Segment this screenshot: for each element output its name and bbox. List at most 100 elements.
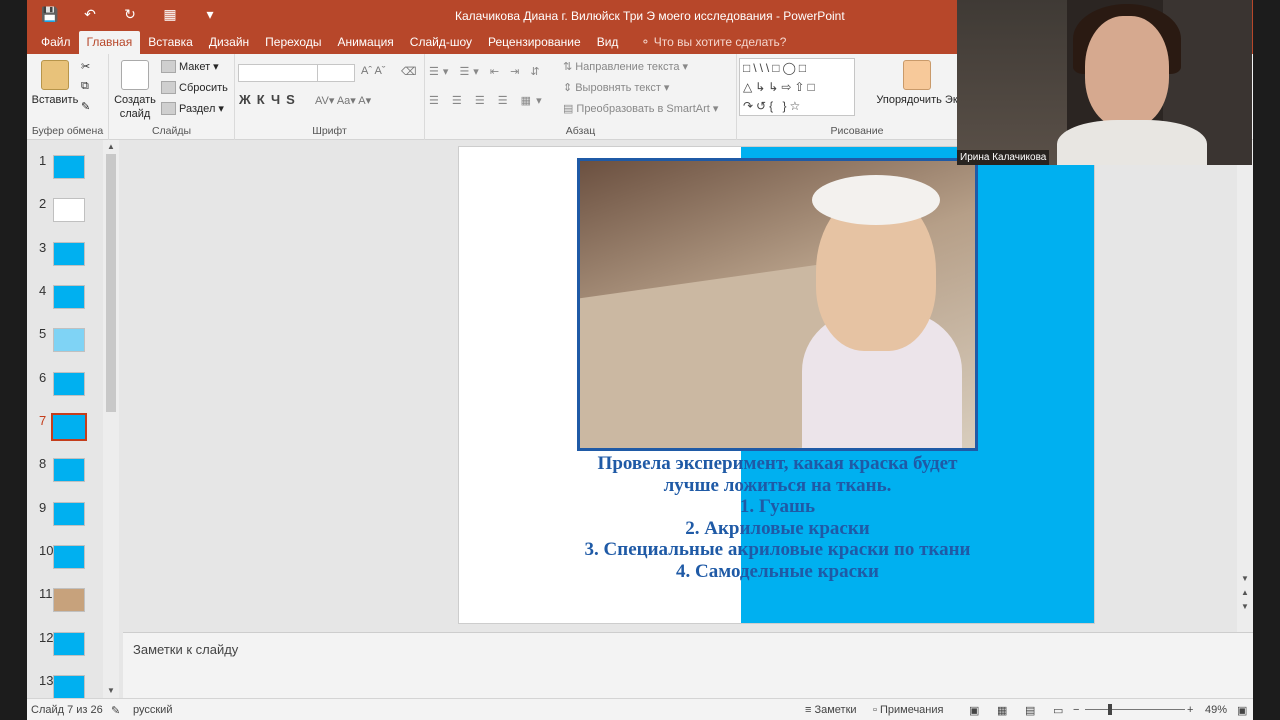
webcam-face <box>1085 16 1169 128</box>
paragraph-group-label: Абзац <box>565 125 596 137</box>
slide-text-line: 2. Акриловые краски <box>685 517 870 539</box>
section-button[interactable]: Раздел ▾ <box>161 102 224 115</box>
zoom-level[interactable]: 49% <box>1205 704 1227 716</box>
zoom-slider-thumb[interactable] <box>1108 704 1112 715</box>
arrange-button[interactable]: Упорядочить Эк <box>869 60 965 107</box>
notes-pane[interactable]: Заметки к слайду <box>123 632 1253 698</box>
undo-icon[interactable]: ↶ <box>81 6 99 23</box>
tab-slideshow[interactable]: Слайд-шоу <box>402 31 480 54</box>
quick-access-toolbar: 💾 ↶ ↻ ▦ ▾ <box>41 6 219 23</box>
font-name-combo[interactable] <box>238 64 318 82</box>
thumbnail-image <box>53 242 85 266</box>
format-painter-icon[interactable]: ✎ <box>81 100 90 113</box>
text-direction-icon: ⇅ <box>563 61 573 73</box>
paste-button[interactable]: Вставить <box>31 60 79 107</box>
paragraph-group: ☰▾ ☰▾ ⇤ ⇥ ⇵ ☰ ☰ ☰ ☰ ▦▾ ⇅ Направление текс… <box>425 54 737 140</box>
slide-sorter-icon[interactable]: ▦ <box>997 704 1007 717</box>
tab-animations[interactable]: Анимация <box>329 31 401 54</box>
copy-icon[interactable]: ⧉ <box>81 80 89 93</box>
slide-thumbnail[interactable]: 12 <box>37 630 109 660</box>
slide-thumbnail[interactable]: 2 <box>37 196 109 226</box>
tab-review[interactable]: Рецензирование <box>480 31 589 54</box>
slide-thumbnail[interactable]: 11 <box>37 586 109 616</box>
slide-thumbnail[interactable]: 6 <box>37 370 109 400</box>
language-indicator[interactable]: русский <box>133 704 172 716</box>
notes-toggle-button[interactable]: ≡ Заметки <box>805 704 857 716</box>
slide-thumbnail[interactable]: 9 <box>37 500 109 530</box>
fit-slide-icon[interactable]: ▣ <box>1237 704 1247 717</box>
tab-home[interactable]: Главная <box>78 31 141 54</box>
zoom-out-icon[interactable]: − <box>1073 704 1079 716</box>
lightbulb-icon: ⚬ <box>640 35 654 49</box>
zoom-in-icon[interactable]: + <box>1187 704 1193 716</box>
section-icon <box>161 102 176 115</box>
redo-icon[interactable]: ↻ <box>121 6 139 23</box>
photo-headband <box>812 175 940 225</box>
slide-thumbnail[interactable]: 5 <box>37 326 109 356</box>
drawing-group: □\\\□◯□ △↳↳⇨⇧□ ↷↺{ }☆ Упорядочить Эк Рисов… <box>737 54 977 140</box>
slide-scrollbar[interactable]: ▼ ▲ ▼ <box>1237 140 1253 632</box>
presentation-icon[interactable]: ▦ <box>161 6 179 23</box>
align-text-button[interactable]: ⇕ Выровнять текст ▾ <box>563 81 669 95</box>
slide-text-line: 1. Гуашь <box>739 496 816 517</box>
shapes-gallery[interactable]: □\\\□◯□ △↳↳⇨⇧□ ↷↺{ }☆ <box>739 58 855 116</box>
slide-text-box[interactable]: Провела эксперимент, какая краска будет … <box>479 453 1076 582</box>
tab-transitions[interactable]: Переходы <box>257 31 329 54</box>
previous-slide-icon[interactable]: ▲ <box>1241 588 1249 597</box>
char-spacing-icon[interactable]: AV▾ Aa▾ A▾ <box>315 94 371 107</box>
scroll-down-icon[interactable]: ▼ <box>107 686 115 695</box>
thumbnail-image <box>53 588 85 612</box>
scroll-down-icon[interactable]: ▼ <box>1241 574 1249 583</box>
slide-thumbnail[interactable]: 8 <box>37 456 109 486</box>
tell-me-search[interactable]: ⚬ Что вы хотите сделать? <box>626 31 794 54</box>
text-direction-button[interactable]: ⇅ Направление текста ▾ <box>563 60 688 74</box>
convert-smartart-button[interactable]: ▤ Преобразовать в SmartArt ▾ <box>563 102 718 116</box>
slides-group: Создать слайд Макет ▾ Сбросить Раздел ▾ Сл… <box>109 54 235 140</box>
thumbnail-image <box>53 372 85 396</box>
tab-file[interactable]: Файл <box>33 31 79 54</box>
align-text-icon: ⇕ <box>563 82 573 94</box>
slide-thumbnail[interactable]: 10 <box>37 543 109 573</box>
list-buttons[interactable]: ☰▾ ☰▾ ⇤ ⇥ ⇵ <box>429 65 544 78</box>
scroll-up-icon[interactable]: ▲ <box>107 142 115 151</box>
current-slide[interactable]: Провела эксперимент, какая краска будет … <box>458 146 1095 624</box>
slide-thumbnail-selected[interactable]: 7 <box>37 413 109 443</box>
tab-view[interactable]: Вид <box>589 31 627 54</box>
slide-editing-area: Провела эксперимент, какая краска будет … <box>123 140 1237 632</box>
slide-thumbnail[interactable]: 3 <box>37 240 109 270</box>
comments-button[interactable]: ▫ Примечания <box>873 704 943 716</box>
cut-icon[interactable]: ✂ <box>81 60 90 73</box>
spellcheck-icon[interactable]: ✎ <box>111 704 120 717</box>
customize-qat-icon[interactable]: ▾ <box>201 6 219 23</box>
slide-counter: Слайд 7 из 26 <box>31 704 103 716</box>
new-slide-icon <box>121 60 149 90</box>
align-buttons[interactable]: ☰ ☰ ☰ ☰ ▦▾ <box>429 94 547 107</box>
new-slide-button[interactable]: Создать слайд <box>113 60 157 121</box>
tab-design[interactable]: Дизайн <box>201 31 257 54</box>
normal-view-icon[interactable]: ▣ <box>969 704 979 717</box>
scroll-thumb[interactable] <box>106 154 116 412</box>
font-size-combo[interactable] <box>317 64 355 82</box>
slide-photo[interactable] <box>577 158 978 451</box>
tab-insert[interactable]: Вставка <box>140 31 201 54</box>
thumbnail-scrollbar[interactable]: ▲ ▼ <box>103 140 119 698</box>
slide-thumbnail[interactable]: 4 <box>37 283 109 313</box>
reset-button[interactable]: Сбросить <box>161 81 228 94</box>
clear-format-icon[interactable]: ⌫ <box>401 65 417 78</box>
thumbnail-image <box>53 632 85 656</box>
slideshow-view-icon[interactable]: ▭ <box>1053 704 1063 717</box>
smartart-icon: ▤ <box>563 103 574 115</box>
thumbnail-image <box>53 155 85 179</box>
bold-italic-underline-strike-buttons[interactable]: ЖКЧS <box>239 92 301 107</box>
clipboard-group-label: Буфер обмена <box>31 125 104 137</box>
layout-button[interactable]: Макет ▾ <box>161 60 219 73</box>
next-slide-icon[interactable]: ▼ <box>1241 602 1249 611</box>
slide-thumbnail[interactable]: 1 <box>37 153 109 183</box>
save-icon[interactable]: 💾 <box>41 6 59 23</box>
arrange-icon <box>903 60 931 90</box>
slide-text-line: 4. Самодельные краски <box>676 560 879 582</box>
zoom-slider[interactable] <box>1085 709 1185 710</box>
grow-font-icon[interactable]: Aˆ Aˇ <box>361 65 385 77</box>
reading-view-icon[interactable]: ▤ <box>1025 704 1035 717</box>
webcam-background <box>957 0 1067 165</box>
